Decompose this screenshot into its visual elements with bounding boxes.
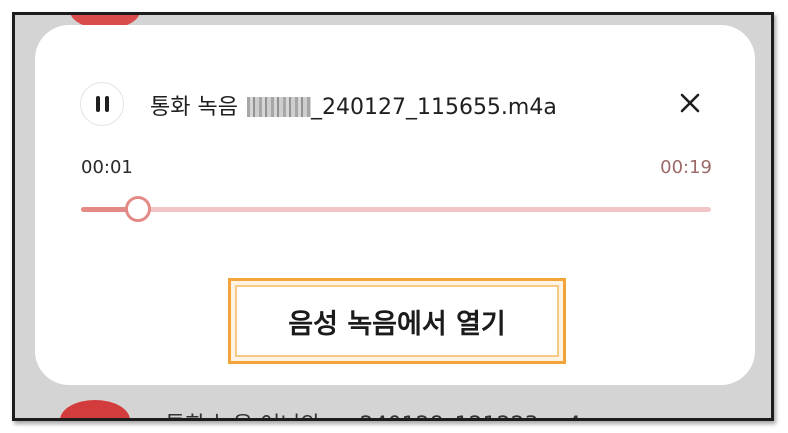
seek-bar[interactable]: [81, 207, 711, 212]
recording-title-prefix: 통화 녹음: [150, 95, 238, 120]
pause-icon: [95, 96, 100, 112]
seek-bar-thumb[interactable]: [125, 196, 151, 222]
recording-title: 통화 녹음 _240127_115655.m4a: [150, 89, 557, 121]
background-list-item-title: 통화 녹음 어니와: [165, 413, 321, 418]
close-button[interactable]: [675, 88, 705, 118]
background-avatar: [60, 400, 130, 418]
screenshot-frame: 통화 녹음 어니와 _240128_121223.m4a 통화 녹음 _24012…: [12, 12, 774, 421]
open-in-voice-recorder-button[interactable]: 음성 녹음에서 열기: [235, 285, 559, 357]
open-button-highlight: 음성 녹음에서 열기: [228, 278, 566, 364]
redacted-contact-name: [246, 97, 311, 117]
pause-button[interactable]: [80, 82, 124, 126]
background-list-item-suffix: _240128_121223.m4a: [349, 413, 595, 418]
total-time: 00:19: [660, 157, 712, 178]
current-time: 00:01: [81, 157, 133, 178]
close-icon: [680, 93, 700, 113]
audio-player-dialog: 통화 녹음 _240127_115655.m4a 00:01 00:19 음성 …: [35, 25, 755, 385]
pause-icon-bar: [104, 96, 109, 112]
heart-icon: [323, 415, 346, 418]
recording-title-suffix: _240127_115655.m4a: [310, 95, 557, 120]
background-list-item[interactable]: 통화 녹음 어니와 _240128_121223.m4a: [165, 407, 595, 418]
